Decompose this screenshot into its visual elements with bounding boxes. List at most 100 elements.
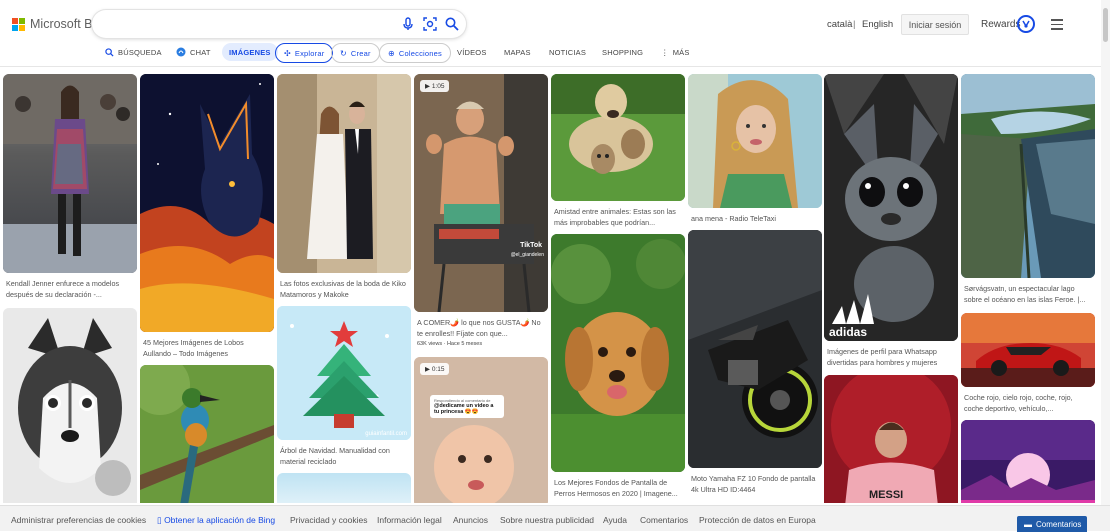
- partial-image: [277, 473, 411, 503]
- result-card[interactable]: 45 Mejores Imágenes de Lobos Aullando – …: [140, 74, 274, 359]
- result-caption: Moto Yamaha FZ 10 Fondo de pantalla 4k U…: [691, 474, 816, 494]
- search-icon[interactable]: [444, 16, 460, 32]
- result-card[interactable]: Sørvágsvatn, un espectacular lago sobre …: [961, 74, 1095, 305]
- language-english[interactable]: English: [862, 19, 893, 30]
- result-card[interactable]: ▶ 0:15 Respondiendo al comentario de @de…: [414, 357, 548, 503]
- result-thumbnail[interactable]: [551, 234, 685, 472]
- result-card[interactable]: Kendall Jenner enfurece a modelos despué…: [3, 74, 137, 300]
- tab-chat[interactable]: CHAT: [176, 43, 211, 61]
- copilot-chat-icon: [176, 47, 186, 57]
- footer-privacy-link[interactable]: Privacidad y cookies: [290, 515, 367, 525]
- tab-chat-label: CHAT: [190, 47, 211, 57]
- result-thumbnail[interactable]: [551, 74, 685, 201]
- signin-button[interactable]: Iniciar sesión: [901, 14, 969, 35]
- result-thumbnail[interactable]: ▶ 1:05 TikTok @el_giandelen: [414, 74, 548, 312]
- tab-crear-label: Crear: [350, 48, 371, 58]
- result-thumbnail[interactable]: [3, 74, 137, 273]
- result-card[interactable]: Coche rojo, cielo rojo, coche, rojo, coc…: [961, 313, 1095, 414]
- result-thumbnail[interactable]: ▶ 0:15 Respondiendo al comentario de @de…: [414, 357, 548, 503]
- tab-shopping[interactable]: SHOPPING: [602, 43, 643, 61]
- result-thumbnail[interactable]: [3, 308, 137, 503]
- result-card[interactable]: guiainfantil.com Árbol de Navidad. Manua…: [277, 306, 411, 467]
- microsoft-logo-icon: [12, 17, 25, 31]
- result-card[interactable]: adidas Imágenes de perfil para Whatsapp …: [824, 74, 958, 368]
- tab-mapas-label: MAPAS: [504, 47, 531, 57]
- stitch-character-image: [824, 74, 958, 341]
- result-card[interactable]: ana mena - Radio TeleTaxi: [688, 74, 822, 225]
- result-thumbnail[interactable]: [277, 74, 411, 273]
- footer-data-protection-link[interactable]: Protección de datos en Europa: [699, 515, 816, 525]
- collections-icon: ⊕: [388, 48, 395, 58]
- tab-colecciones[interactable]: ⊕ Colecciones: [379, 43, 451, 63]
- result-caption: Las fotos exclusivas de la boda de Kiko …: [280, 279, 406, 299]
- tab-videos[interactable]: VÍDEOS: [457, 43, 487, 61]
- feedback-button-label: Comentarios: [1036, 519, 1082, 529]
- tab-mapas[interactable]: MAPAS: [504, 43, 531, 61]
- scrollbar-thumb[interactable]: [1103, 8, 1108, 42]
- result-card[interactable]: ▶ 1:05 TikTok @el_giandelen A COMER🌶️ lo…: [414, 74, 548, 347]
- result-thumbnail[interactable]: guiainfantil.com: [277, 306, 411, 440]
- wedding-couple-image: [277, 74, 411, 273]
- tab-noticias[interactable]: NOTICIAS: [549, 43, 586, 61]
- result-caption: Coche rojo, cielo rojo, coche, rojo, coc…: [964, 393, 1073, 413]
- result-thumbnail[interactable]: adidas: [824, 74, 958, 341]
- result-thumbnail[interactable]: MESSI: [824, 375, 958, 503]
- microphone-icon[interactable]: [400, 16, 416, 32]
- rewards-medal-icon[interactable]: [1017, 15, 1035, 33]
- scope-nav: BÚSQUEDA CHAT IMÁGENES ✣ Explorar ↻ Crea…: [0, 43, 900, 63]
- result-card[interactable]: [277, 473, 411, 503]
- result-card[interactable]: Los Mejores Fondos de Pantalla de Perros…: [551, 234, 685, 499]
- result-thumbnail[interactable]: [961, 74, 1095, 278]
- scrollbar[interactable]: [1101, 0, 1110, 505]
- tab-explorar-label: Explorar: [294, 48, 325, 58]
- baby-video-image: [414, 357, 548, 503]
- jersey-text: MESSI: [869, 489, 904, 501]
- footer-help-link[interactable]: Ayuda: [603, 515, 627, 525]
- tab-mas[interactable]: ⋮ MÁS: [661, 43, 690, 61]
- tab-imagenes[interactable]: IMÁGENES: [222, 43, 278, 61]
- result-caption: 45 Mejores Imágenes de Lobos Aullando – …: [143, 338, 244, 358]
- result-card[interactable]: Las fotos exclusivas de la boda de Kiko …: [277, 74, 411, 300]
- footer-app-link[interactable]: ▯ Obtener la aplicación de Bing: [157, 515, 275, 526]
- tab-explorar[interactable]: ✣ Explorar: [275, 43, 334, 63]
- result-card[interactable]: [140, 365, 274, 503]
- yamaha-motorcycle-image: [688, 230, 822, 468]
- christmas-tree-craft-image: [277, 306, 411, 440]
- tab-mas-label: MÁS: [672, 47, 690, 57]
- result-card[interactable]: [961, 420, 1095, 503]
- result-thumbnail[interactable]: [688, 230, 822, 468]
- menu-icon[interactable]: [1051, 19, 1063, 30]
- tab-shopping-label: SHOPPING: [602, 47, 644, 57]
- footer-about-ads-link[interactable]: Sobre nuestra publicidad: [500, 515, 594, 525]
- video-duration: 1:05: [431, 83, 445, 90]
- result-thumbnail[interactable]: [688, 74, 822, 208]
- runway-model-image: [3, 74, 137, 273]
- result-card[interactable]: MESSI: [824, 375, 958, 503]
- footer-comments-link[interactable]: Comentarios: [640, 515, 688, 525]
- result-thumbnail[interactable]: [961, 420, 1095, 503]
- result-thumbnail[interactable]: [277, 473, 411, 503]
- search-input[interactable]: [106, 16, 400, 34]
- explore-icon: ✣: [284, 48, 291, 58]
- result-card[interactable]: Moto Yamaha FZ 10 Fondo de pantalla 4k U…: [688, 230, 822, 495]
- footer-ads-link[interactable]: Anuncios: [453, 515, 488, 525]
- language-catala[interactable]: català: [827, 19, 852, 30]
- tab-crear[interactable]: ↻ Crear: [331, 43, 380, 63]
- result-card[interactable]: [3, 308, 137, 503]
- search-icon: [105, 47, 114, 57]
- result-card[interactable]: Amistad entre animales: Estas son las má…: [551, 74, 685, 228]
- result-thumbnail[interactable]: [961, 313, 1095, 387]
- tab-busqueda[interactable]: BÚSQUEDA: [105, 43, 162, 61]
- visual-search-icon[interactable]: [422, 16, 438, 32]
- result-thumbnail[interactable]: [140, 365, 274, 503]
- footer-cookies-link[interactable]: Administrar preferencias de cookies: [11, 515, 146, 525]
- rewards-label[interactable]: Rewards: [981, 19, 1020, 30]
- video-duration: 0:15: [431, 366, 445, 373]
- tab-videos-label: VÍDEOS: [457, 47, 487, 57]
- search-box[interactable]: [92, 10, 466, 38]
- result-thumbnail[interactable]: [140, 74, 274, 332]
- footer-legal-link[interactable]: Información legal: [377, 515, 442, 525]
- husky-puppy-drawing-image: [3, 308, 137, 503]
- footer: Administrar preferencias de cookies ▯ Ob…: [0, 505, 1110, 532]
- tiktok-logo: TikTok: [520, 242, 542, 249]
